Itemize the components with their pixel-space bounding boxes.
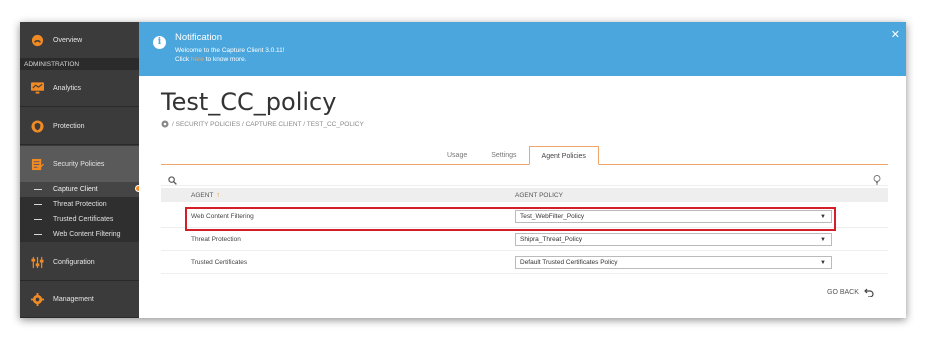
tab-bar: Usage Settings Agent Policies [435, 146, 599, 165]
column-header-agent-policy[interactable]: AGENT POLICY [515, 192, 563, 199]
highlight-box [185, 207, 836, 231]
sidebar-item-protection[interactable]: Protection [20, 108, 139, 145]
sidebar-item-label: Protection [53, 122, 85, 130]
sidebar-subitem-trusted-certificates[interactable]: Trusted Certificates [20, 212, 139, 227]
sidebar-item-overview[interactable]: Overview [20, 22, 139, 59]
tab-agent-policies[interactable]: Agent Policies [528, 146, 599, 165]
sort-arrow-icon[interactable]: ↑ [216, 192, 220, 199]
notification-banner: i Notification Welcome to the Capture Cl… [139, 22, 906, 76]
table-header: AGENT ↑ AGENT POLICY [161, 188, 888, 202]
agent-name: Trusted Certificates [191, 259, 248, 266]
sidebar-item-configuration[interactable]: Configuration [20, 244, 139, 281]
sidebar-item-label: Configuration [53, 258, 95, 266]
sidebar-subitem-label: Threat Protection [53, 201, 107, 208]
sidebar-subitem-label: Web Content Filtering [53, 231, 121, 238]
sidebar-item-label: Management [53, 295, 94, 303]
info-icon: i [153, 36, 166, 49]
search-bar[interactable] [161, 168, 888, 186]
policy-select[interactable]: Shipra_Threat_Policy ▼ [515, 233, 832, 246]
breadcrumb: / SECURITY POLICIES / CAPTURE CLIENT / T… [161, 120, 364, 128]
table-row: Trusted Certificates Default Trusted Cer… [161, 252, 888, 274]
chevron-down-icon: ▼ [820, 237, 826, 243]
chevron-down-icon: ▼ [820, 260, 826, 266]
admin-section-label: ADMINISTRATION [20, 59, 139, 70]
table-row: Threat Protection Shipra_Threat_Policy ▼ [161, 229, 888, 251]
sidebar-subitem-threat-protection[interactable]: Threat Protection [20, 197, 139, 212]
column-header-agent[interactable]: AGENT ↑ [191, 192, 220, 199]
app-window: Overview ADMINISTRATION Analytics Protec… [20, 22, 906, 318]
sidebar-subitem-label: Capture Client [53, 186, 98, 193]
tab-settings[interactable]: Settings [479, 146, 528, 165]
gear-icon [30, 292, 44, 306]
sidebar: Overview ADMINISTRATION Analytics Protec… [20, 22, 139, 318]
analytics-icon [30, 81, 44, 95]
sidebar-subitem-web-content-filtering[interactable]: Web Content Filtering [20, 227, 139, 242]
sidebar-item-label: Security Policies [53, 160, 105, 168]
page-title: Test_CC_policy [161, 88, 337, 116]
sidebar-item-label: Overview [53, 36, 83, 44]
tab-underline [161, 164, 888, 165]
sidebar-item-label: Analytics [53, 84, 82, 92]
overview-icon [30, 33, 44, 47]
notification-message: Welcome to the Capture Client 3.0.11! [175, 47, 285, 54]
sliders-icon [30, 255, 44, 269]
notification-title: Notification [175, 32, 222, 43]
shield-icon [30, 119, 44, 133]
sidebar-item-analytics[interactable]: Analytics [20, 70, 139, 107]
agent-name: Threat Protection [191, 236, 241, 243]
undo-arrow-icon [864, 288, 874, 297]
sidebar-subitem-capture-client[interactable]: Capture Client [20, 182, 139, 197]
policy-document-icon [30, 157, 44, 171]
go-back-button[interactable]: GO BACK [827, 288, 874, 297]
home-icon[interactable] [161, 120, 169, 128]
sidebar-item-security-policies[interactable]: Security Policies [20, 146, 139, 183]
tab-usage[interactable]: Usage [435, 146, 479, 165]
policy-select[interactable]: Default Trusted Certificates Policy ▼ [515, 256, 832, 269]
close-icon[interactable]: ✕ [891, 28, 900, 41]
sidebar-item-management[interactable]: Management [20, 281, 139, 318]
breadcrumb-path[interactable]: / SECURITY POLICIES / CAPTURE CLIENT / T… [172, 121, 364, 128]
notification-here-link[interactable]: here [191, 56, 204, 63]
main-content: Test_CC_policy / SECURITY POLICIES / CAP… [139, 76, 906, 318]
notification-link-line: Click here to know more. [175, 56, 247, 63]
sidebar-subitem-label: Trusted Certificates [53, 216, 114, 223]
